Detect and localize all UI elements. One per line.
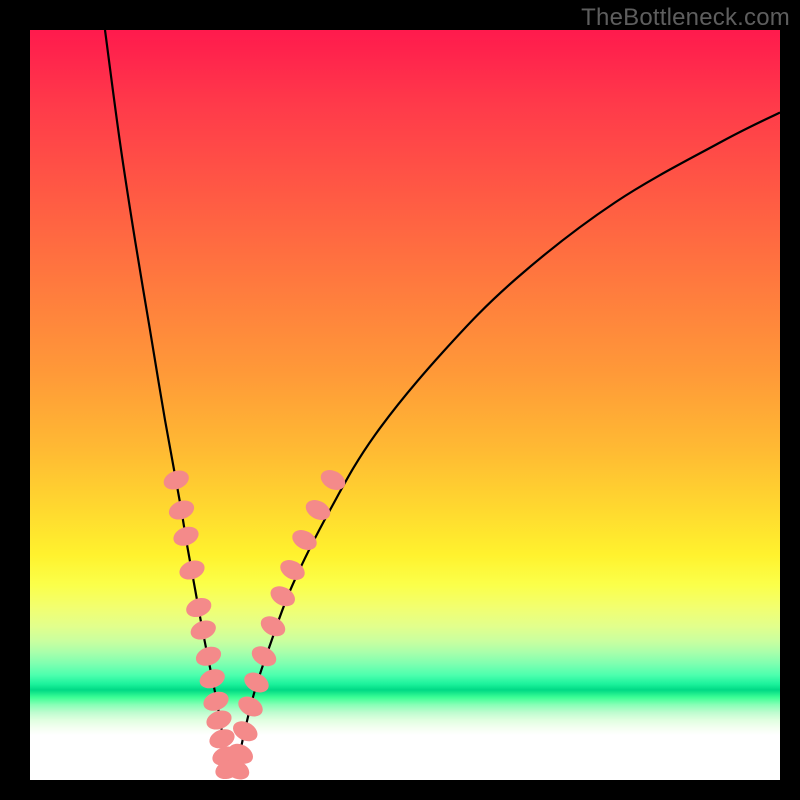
marker-layer [161, 466, 349, 780]
watermark-text: TheBottleneck.com [581, 4, 790, 32]
marker-dot [230, 717, 261, 745]
chart-svg [30, 30, 780, 780]
marker-dot [248, 642, 279, 670]
marker-dot [193, 643, 224, 669]
marker-dot [302, 496, 333, 524]
marker-dot [197, 666, 228, 692]
marker-dot [183, 595, 214, 621]
marker-dot [201, 688, 232, 714]
marker-dot [177, 557, 208, 583]
marker-dot [235, 692, 266, 720]
marker-dot [204, 707, 235, 733]
chart-plot-area [30, 30, 780, 780]
marker-dot [241, 668, 272, 696]
marker-dot [317, 466, 348, 494]
marker-dot [171, 523, 202, 549]
chart-frame: TheBottleneck.com [0, 0, 800, 800]
curve-right-branch [236, 113, 780, 773]
marker-dot [161, 467, 192, 493]
marker-dot [166, 497, 197, 523]
marker-dot [289, 526, 320, 554]
marker-dot [188, 617, 219, 643]
